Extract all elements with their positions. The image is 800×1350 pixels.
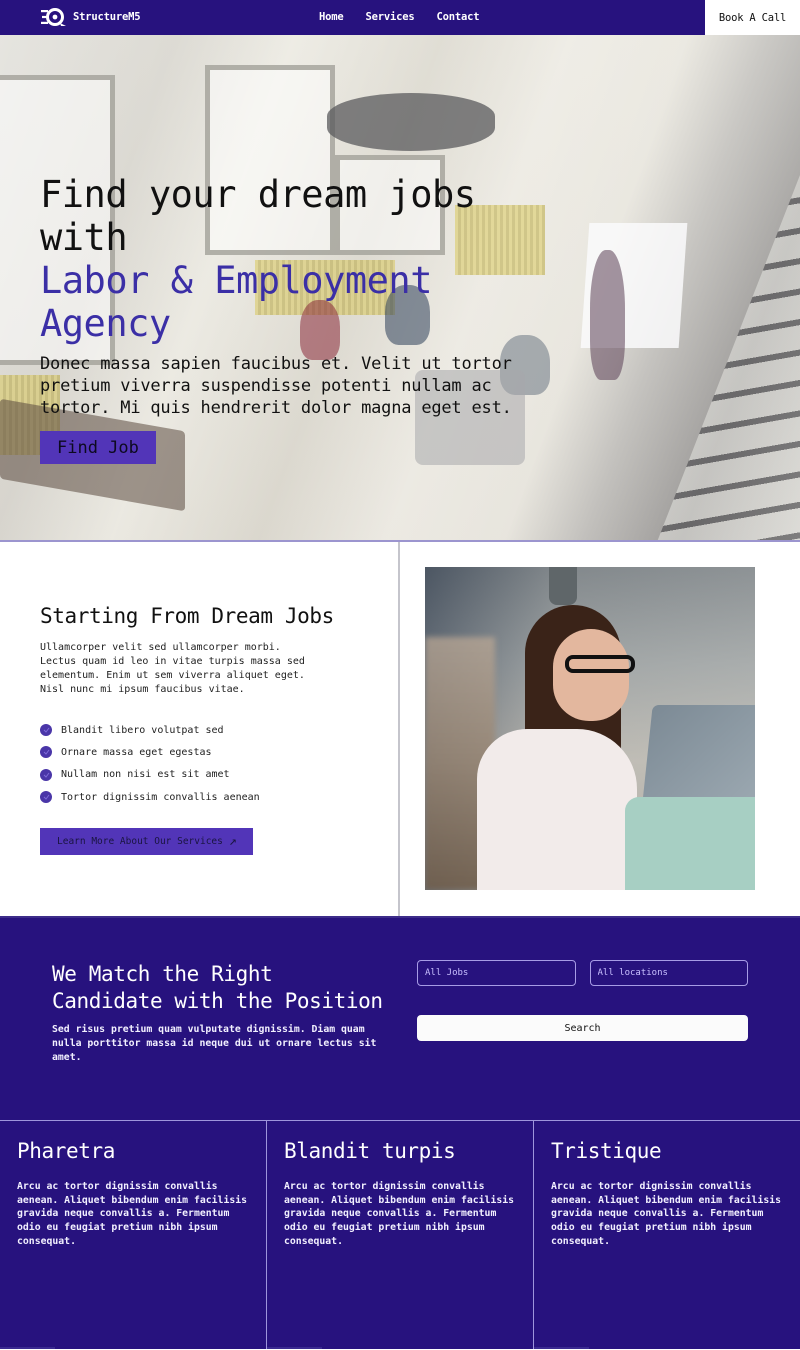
checklist-item: Blandit libero volutpat sed — [40, 719, 398, 741]
feature-underline — [0, 1347, 55, 1349]
feature-card: Pharetra Arcu ac tortor dignissim conval… — [0, 1121, 267, 1349]
feature-card: Blandit turpis Arcu ac tortor dignissim … — [267, 1121, 534, 1349]
search-fields — [417, 960, 748, 986]
arrow-up-right-icon: ↗ — [228, 834, 237, 850]
feature-underline — [267, 1347, 322, 1349]
photo-lamp — [549, 567, 577, 605]
photo-laptop-cover — [625, 797, 755, 890]
checklist-item-label: Ornare massa eget egestas — [61, 746, 212, 758]
book-call-button[interactable]: Book A Call — [705, 0, 800, 35]
hero-section: Find your dream jobs with Labor & Employ… — [0, 35, 800, 542]
photo-shirt — [477, 729, 637, 890]
hero-description: Donec massa sapien faucibus et. Velit ut… — [40, 354, 512, 418]
nav-link-contact[interactable]: Contact — [436, 11, 479, 23]
about-content: Starting From Dream Jobs Ullamcorper vel… — [0, 542, 400, 916]
hero-title-accent2: Agency — [40, 302, 171, 345]
feature-card: Tristique Arcu ac tortor dignissim conva… — [534, 1121, 800, 1349]
feature-underline — [534, 1347, 589, 1349]
match-section: We Match the Right Candidate with the Po… — [0, 916, 800, 1120]
feature-title: Tristique — [551, 1139, 662, 1163]
photo-face — [553, 629, 629, 721]
logo-icon — [41, 8, 66, 26]
features-section: Pharetra Arcu ac tortor dignissim conval… — [0, 1120, 800, 1349]
match-title: We Match the Right Candidate with the Po… — [52, 962, 383, 1013]
feature-checklist: Blandit libero volutpat sed Ornare massa… — [40, 719, 398, 808]
brand-name: StructureM5 — [73, 11, 141, 23]
search-button[interactable]: Search — [417, 1015, 748, 1041]
feature-description: Arcu ac tortor dignissim convallis aenea… — [284, 1181, 515, 1247]
hero-title-line1: Find your dream jobs — [40, 173, 476, 216]
photo-glasses — [565, 655, 635, 673]
about-section: Starting From Dream Jobs Ullamcorper vel… — [0, 542, 800, 916]
nav-links: Home Services Contact — [319, 11, 480, 23]
checklist-item-label: Blandit libero volutpat sed — [61, 724, 224, 736]
top-nav: StructureM5 Home Services Contact Book A… — [0, 0, 800, 35]
learn-more-button[interactable]: Learn More About Our Services ↗ — [40, 828, 253, 856]
checklist-item-label: Nullam non nisi est sit amet — [61, 769, 230, 781]
match-description: Sed risus pretium quam vulputate digniss… — [52, 1024, 377, 1063]
nav-link-home[interactable]: Home — [319, 11, 344, 23]
check-circle-icon — [40, 746, 52, 759]
about-description: Ullamcorper velit sed ullamcorper morbi.… — [40, 642, 305, 695]
check-circle-icon — [40, 724, 52, 737]
feature-title: Pharetra — [17, 1139, 115, 1163]
checklist-item: Tortor dignissim convallis aenean — [40, 786, 398, 808]
check-circle-icon — [40, 791, 52, 804]
checklist-item: Nullam non nisi est sit amet — [40, 764, 398, 786]
woman-on-laptop-photo — [425, 567, 755, 890]
about-title: Starting From Dream Jobs — [40, 604, 334, 628]
check-circle-icon — [40, 768, 52, 781]
jobs-input[interactable] — [417, 960, 576, 986]
about-image-column — [400, 542, 800, 916]
feature-title: Blandit turpis — [284, 1139, 456, 1163]
brand-logo[interactable]: StructureM5 — [40, 7, 141, 27]
learn-more-label: Learn More About Our Services — [57, 836, 223, 848]
locations-input[interactable] — [589, 960, 748, 986]
job-search-form: Search — [417, 960, 748, 1041]
hero-lamp — [327, 93, 495, 151]
feature-description: Arcu ac tortor dignissim convallis aenea… — [551, 1181, 782, 1247]
nav-link-services[interactable]: Services — [366, 11, 415, 23]
feature-description: Arcu ac tortor dignissim convallis aenea… — [17, 1181, 248, 1247]
hero-person — [590, 250, 625, 380]
checklist-item-label: Tortor dignissim convallis aenean — [61, 791, 260, 803]
hero-title: Find your dream jobs with Labor & Employ… — [40, 173, 520, 345]
hero-title-line2: with — [40, 216, 128, 259]
match-content: We Match the Right Candidate with the Po… — [52, 961, 392, 1065]
hero-title-accent1: Labor & Employment — [40, 259, 432, 302]
checklist-item: Ornare massa eget egestas — [40, 741, 398, 763]
find-job-button[interactable]: Find Job — [40, 431, 156, 464]
hero-content: Find your dream jobs with Labor & Employ… — [40, 173, 520, 464]
